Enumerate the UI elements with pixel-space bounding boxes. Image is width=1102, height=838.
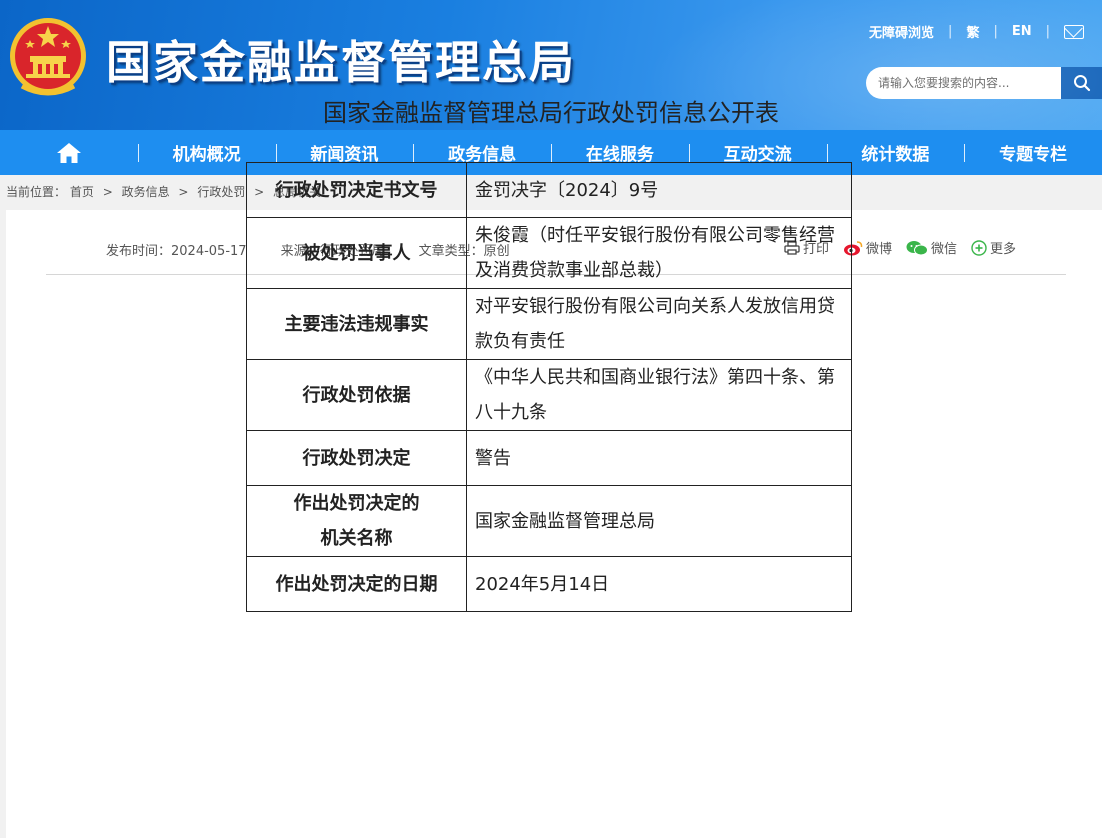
mail-icon[interactable] [1064, 24, 1084, 39]
row-value: 2024年5月14日 [466, 556, 852, 612]
table-row: 行政处罚决定书文号 金罚决字〔2024〕9号 [246, 162, 852, 218]
breadcrumb-government-info[interactable]: 政务信息 [122, 185, 170, 199]
row-label: 被处罚当事人 [246, 217, 467, 289]
row-label: 作出处罚决定的机关名称 [246, 485, 467, 557]
breadcrumb-separator: > [178, 185, 189, 199]
traditional-chinese-link[interactable]: 繁 [966, 22, 979, 41]
breadcrumb-separator: > [102, 185, 113, 199]
english-link[interactable]: EN [1012, 24, 1032, 39]
wechat-icon [906, 240, 928, 255]
publish-time: 发布时间：2024-05-17 [106, 244, 247, 259]
row-label: 主要违法违规事实 [246, 288, 467, 360]
home-icon [56, 142, 81, 163]
article-title: 国家金融监督管理总局行政处罚信息公开表 [323, 99, 779, 127]
row-value: 国家金融监督管理总局 [466, 485, 852, 557]
row-value: 金罚决字〔2024〕9号 [466, 162, 852, 218]
row-value: 《中华人民共和国商业银行法》第四十条、第八十九条 [466, 359, 852, 431]
row-label: 作出处罚决定的日期 [246, 556, 467, 612]
row-value: 对平安银行股份有限公司向关系人发放信用贷款负有责任 [466, 288, 852, 360]
penalty-info-table: 行政处罚决定书文号 金罚决字〔2024〕9号 被处罚当事人 朱俊霞（时任平安银行… [246, 162, 852, 612]
breadcrumb-prefix: 当前位置： [6, 185, 67, 199]
row-label: 行政处罚依据 [246, 359, 467, 431]
breadcrumb-home[interactable]: 首页 [70, 185, 94, 199]
row-label: 行政处罚决定书文号 [246, 162, 467, 218]
table-row: 作出处罚决定的日期 2024年5月14日 [246, 556, 852, 612]
wechat-label: 微信 [930, 242, 957, 257]
table-row: 被处罚当事人 朱俊霞（时任平安银行股份有限公司零售经营及消费贷款事业部总裁） [246, 217, 852, 289]
table-row: 行政处罚决定 警告 [246, 430, 852, 486]
weibo-label: 微博 [865, 242, 892, 257]
more-label: 更多 [989, 242, 1016, 257]
breadcrumb-penalty[interactable]: 行政处罚 [197, 185, 245, 199]
top-links: 无障碍浏览 | 繁 | EN | [869, 22, 1084, 41]
row-label: 行政处罚决定 [246, 430, 467, 486]
site-title[interactable]: 国家金融监督管理总局 [106, 26, 576, 91]
table-row: 作出处罚决定的机关名称 国家金融监督管理总局 [246, 485, 852, 557]
table-row: 主要违法违规事实 对平安银行股份有限公司向关系人发放信用贷款负有责任 [246, 288, 852, 360]
row-value: 警告 [466, 430, 852, 486]
nav-special-topics[interactable]: 专题专栏 [964, 130, 1102, 175]
national-emblem-icon[interactable] [8, 12, 88, 100]
plus-circle-icon [971, 239, 987, 256]
table-row: 行政处罚依据 《中华人民共和国商业银行法》第四十条、第八十九条 [246, 359, 852, 431]
link-separator: | [1045, 24, 1050, 39]
nav-home[interactable] [0, 130, 138, 175]
link-separator: | [993, 24, 998, 39]
search-icon [1073, 75, 1090, 92]
wechat-share-button[interactable]: 微信 [906, 238, 957, 257]
row-value: 朱俊霞（时任平安银行股份有限公司零售经营及消费贷款事业部总裁） [466, 217, 852, 289]
more-share-button[interactable]: 更多 [971, 238, 1016, 257]
accessibility-link[interactable]: 无障碍浏览 [869, 22, 934, 41]
link-separator: | [948, 24, 953, 39]
